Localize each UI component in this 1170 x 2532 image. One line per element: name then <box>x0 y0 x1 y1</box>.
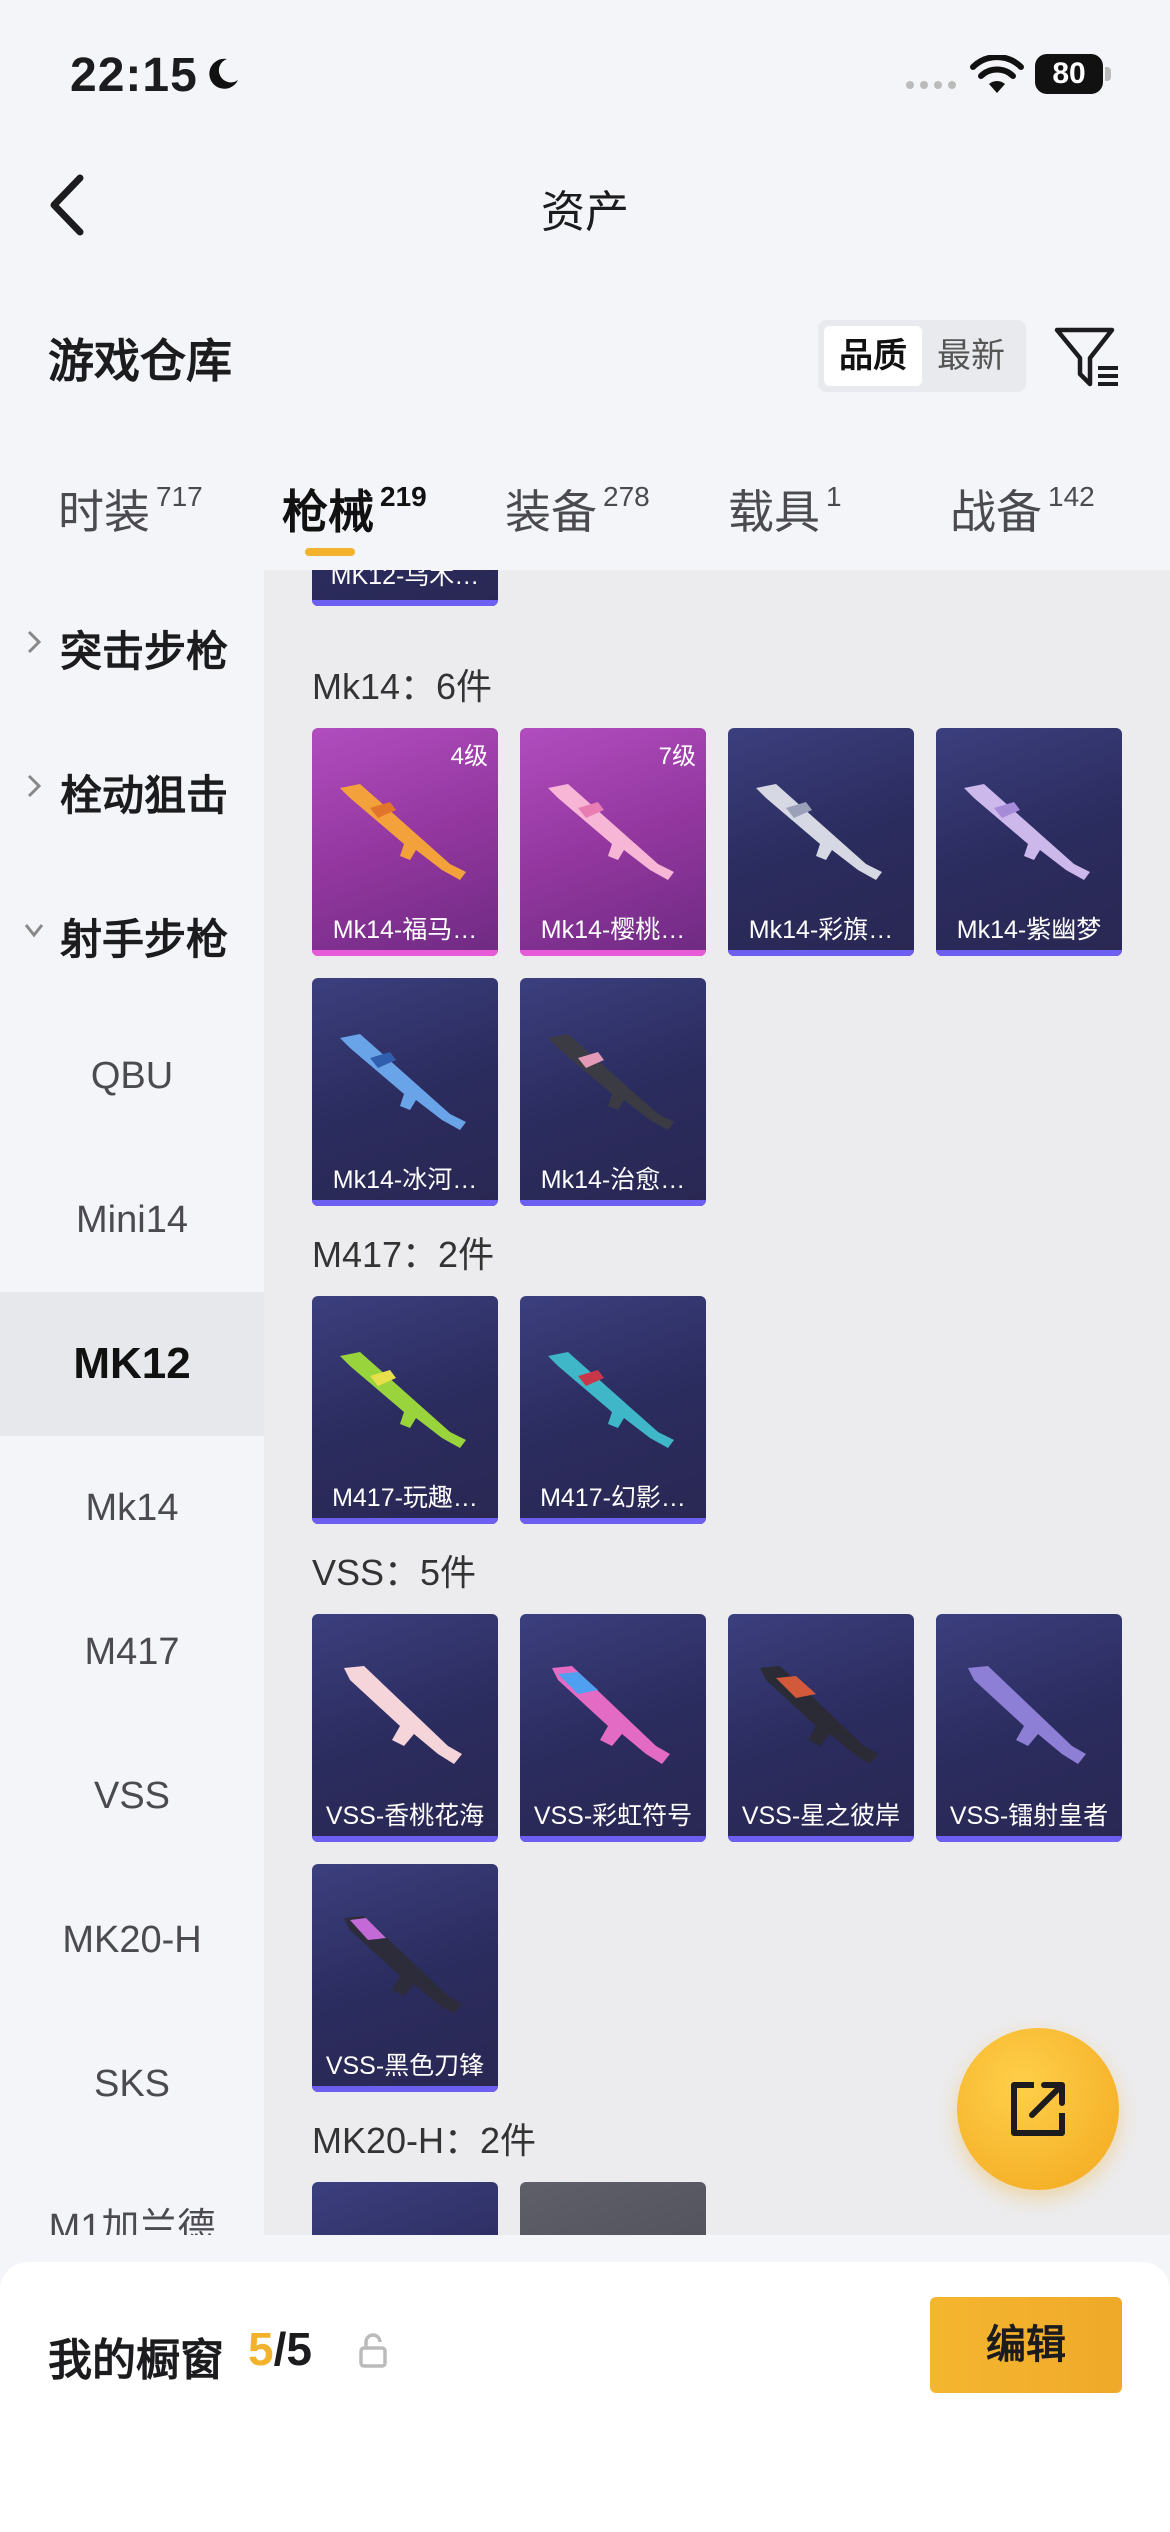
category-tabs: 时装 717 枪械 219 装备 278 载具 1 战备 142 <box>0 460 1170 570</box>
sidebar-item-m1-garand[interactable]: M1加兰德 <box>0 2156 264 2235</box>
skin-name: VSS-镭射皇者 <box>949 1802 1109 1830</box>
skin-card[interactable]: VSS-香桃花海 <box>312 1614 498 1842</box>
rifle-icon <box>552 1666 670 1764</box>
sidebar-item-mk14[interactable]: Mk14 <box>0 1436 264 1580</box>
weapon-skin-grid: MK12-乌木… Mk14：6件 4级 Mk14-福马… 7级 Mk14-樱桃…… <box>264 570 1170 2235</box>
sort-quality-button[interactable]: 品质 <box>824 326 922 386</box>
sidebar-group-bolt-sniper[interactable]: 栓动狙击 <box>0 716 264 860</box>
tab-equipment[interactable]: 装备 278 <box>505 476 650 542</box>
share-button[interactable] <box>957 2028 1119 2190</box>
skin-name: Mk14-紫幽梦 <box>956 916 1102 944</box>
skin-name: Mk14-樱桃… <box>540 916 686 944</box>
skin-card[interactable]: Mk14-紫幽梦 <box>936 728 1122 956</box>
rifle-icon <box>340 1034 466 1130</box>
skin-card[interactable]: Mk14-治愈… <box>520 978 706 1206</box>
status-bar: 22:15 80 <box>0 0 1170 140</box>
filter-icon[interactable] <box>1052 322 1122 392</box>
group-title-vss: VSS：5件 <box>312 1552 477 1593</box>
rifle-icon <box>548 784 674 880</box>
tab-weapons[interactable]: 枪械 219 <box>282 476 427 542</box>
skin-card[interactable]: VSS-彩虹符号 <box>520 1614 706 1842</box>
page-title: 资产 <box>541 188 629 237</box>
rifle-icon <box>340 784 466 880</box>
skin-name: VSS-彩虹符号 <box>533 1802 693 1830</box>
skin-name: Mk14-彩旗… <box>748 916 894 944</box>
signal-dots-icon <box>906 81 956 89</box>
skin-card[interactable]: VSS-镭射皇者 <box>936 1614 1122 1842</box>
nav-bar: 资产 <box>0 140 1170 270</box>
group-title-m417: M417：2件 <box>312 1234 495 1275</box>
tab-fashion[interactable]: 时装 717 <box>58 476 203 542</box>
rifle-icon <box>964 784 1090 880</box>
skin-card[interactable] <box>520 2182 706 2235</box>
sidebar-item-mk20h[interactable]: MK20-H <box>0 1868 264 2012</box>
group-title-mk14: Mk14：6件 <box>312 666 493 707</box>
skin-card[interactable]: Mk14-彩旗… <box>728 728 914 956</box>
skin-name: M417-幻影… <box>540 1484 686 1512</box>
skin-card[interactable]: M417-玩趣… <box>312 1296 498 1524</box>
sidebar-item-sks[interactable]: SKS <box>0 2012 264 2156</box>
skin-name: M417-玩趣… <box>332 1484 478 1512</box>
section-title: 游戏仓库 <box>48 335 232 387</box>
status-time: 22:15 <box>70 49 198 102</box>
showcase-bar: 我的橱窗 5/5 编辑 <box>0 2262 1170 2532</box>
edit-button[interactable]: 编辑 <box>930 2297 1122 2393</box>
skin-name: Mk14-福马… <box>332 916 478 944</box>
sidebar-item-qbu[interactable]: QBU <box>0 1004 264 1148</box>
sidebar-item-m417[interactable]: M417 <box>0 1580 264 1724</box>
sidebar-item-vss[interactable]: VSS <box>0 1724 264 1868</box>
skin-card[interactable]: Mk14-冰河… <box>312 978 498 1206</box>
skin-card[interactable] <box>312 2182 498 2235</box>
skin-card[interactable]: MK12-乌木… <box>312 570 498 606</box>
chevron-right-icon <box>27 630 42 654</box>
skin-level-badge: 7级 <box>658 743 696 770</box>
sidebar-group-assault-rifle[interactable]: 突击步枪 <box>0 572 264 716</box>
sidebar-item-mini14[interactable]: Mini14 <box>0 1148 264 1292</box>
rifle-icon <box>344 1666 462 1764</box>
sidebar-item-mk12[interactable]: MK12 <box>0 1292 264 1436</box>
skin-name: VSS-香桃花海 <box>325 1802 485 1830</box>
rifle-icon <box>344 1916 462 2014</box>
share-icon <box>1011 2082 1065 2136</box>
lock-icon <box>359 2333 387 2368</box>
group-title-mk20h: MK20-H：2件 <box>312 2120 537 2161</box>
skin-name: VSS-黑色刀锋 <box>325 2052 485 2080</box>
skin-name: Mk14-冰河… <box>332 1166 478 1194</box>
skin-card[interactable]: VSS-星之彼岸 <box>728 1614 914 1842</box>
rifle-icon <box>760 1666 878 1764</box>
skin-name: VSS-星之彼岸 <box>741 1802 901 1830</box>
skin-level-badge: 4级 <box>450 743 488 770</box>
sort-latest-button[interactable]: 最新 <box>922 326 1020 386</box>
chevron-right-icon <box>27 774 42 798</box>
tab-supplies[interactable]: 战备 142 <box>950 476 1095 542</box>
rifle-icon <box>340 1352 466 1448</box>
rifle-icon <box>548 1352 674 1448</box>
skin-card[interactable]: VSS-黑色刀锋 <box>312 1864 498 2092</box>
battery-icon: 80 <box>1035 54 1111 94</box>
skin-name: Mk14-治愈… <box>540 1166 686 1194</box>
rifle-icon <box>756 784 882 880</box>
tab-vehicles[interactable]: 载具 1 <box>728 476 842 542</box>
rifle-icon <box>968 1666 1086 1764</box>
sort-toggle: 品质 最新 <box>818 320 1026 392</box>
chevron-down-icon <box>24 924 44 938</box>
wifi-icon <box>970 55 1024 93</box>
weapon-category-sidebar: 突击步枪 栓动狙击 射手步枪 QBU Mini14 MK12 Mk14 M417… <box>0 570 264 2235</box>
active-tab-indicator <box>305 548 355 556</box>
showcase-label: 我的橱窗 <box>48 2336 224 2385</box>
skin-card[interactable]: 4级 Mk14-福马… <box>312 728 498 956</box>
rifle-icon <box>548 1034 674 1130</box>
skin-card[interactable]: M417-幻影… <box>520 1296 706 1524</box>
skin-card[interactable]: 7级 Mk14-樱桃… <box>520 728 706 956</box>
moon-icon <box>209 58 238 89</box>
showcase-count: 5/5 <box>248 2323 312 2375</box>
sidebar-group-marksman-rifle[interactable]: 射手步枪 <box>0 860 264 1004</box>
skin-name: MK12-乌木… <box>330 570 480 590</box>
